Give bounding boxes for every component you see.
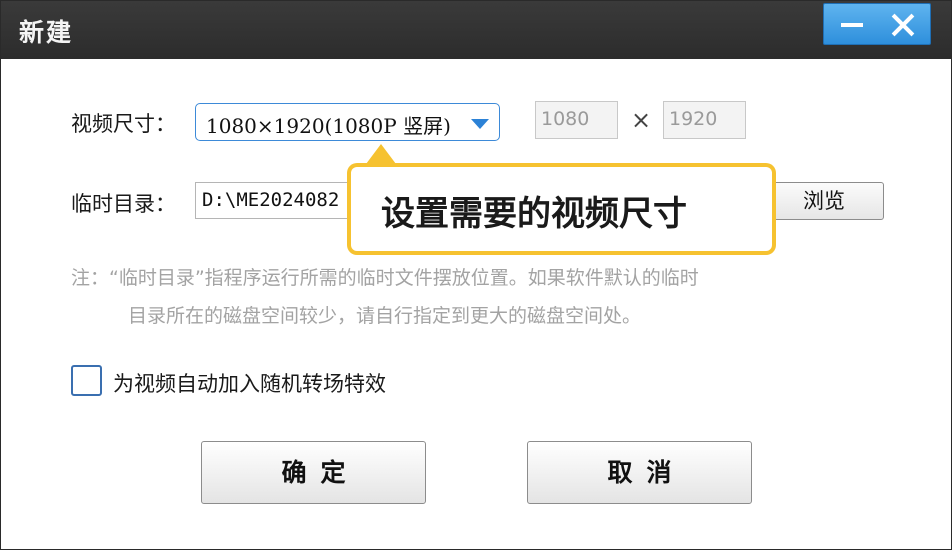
note-line-1: 注：“临时目录”指程序运行所需的临时文件摆放位置。如果软件默认的临时 [71,267,699,289]
new-dialog: 新建 视频尺寸： 1080×1920(1080P 竖屏) 1080 × 1920… [0,0,952,550]
note-line-2: 目录所在的磁盘空间较少，请自行指定到更大的磁盘空间处。 [128,305,642,327]
ok-button[interactable]: 确定 [201,441,426,504]
temp-dir-input[interactable]: D:\ME2024082 [195,182,365,219]
transition-checkbox[interactable] [71,365,102,396]
callout-box: 设置需要的视频尺寸 [347,163,776,255]
height-field: 1920 [663,101,746,139]
browse-button[interactable]: 浏览 [764,182,884,220]
callout-inner: 设置需要的视频尺寸 [351,167,772,251]
temp-dir-label: 临时目录： [71,192,176,216]
temp-dir-value: D:\ME2024082 [202,189,340,211]
times-sign: × [631,106,652,134]
transition-checkbox-label[interactable]: 为视频自动加入随机转场特效 [113,368,386,398]
minimize-icon[interactable] [824,4,878,44]
width-field: 1080 [535,101,618,139]
window-controls [823,3,931,45]
close-icon[interactable] [878,4,930,44]
height-value: 1920 [669,108,718,130]
chevron-down-icon[interactable] [471,119,489,129]
video-size-selected: 1080×1920(1080P 竖屏) [206,114,451,138]
callout-text: 设置需要的视频尺寸 [381,194,687,234]
video-size-label: 视频尺寸： [71,112,176,136]
cancel-button[interactable]: 取消 [527,441,752,504]
dialog-title: 新建 [19,18,74,47]
callout-pointer [366,144,396,164]
title-bar[interactable]: 新建 [1,1,951,59]
width-value: 1080 [541,108,590,130]
video-size-select[interactable]: 1080×1920(1080P 竖屏) [195,103,500,141]
